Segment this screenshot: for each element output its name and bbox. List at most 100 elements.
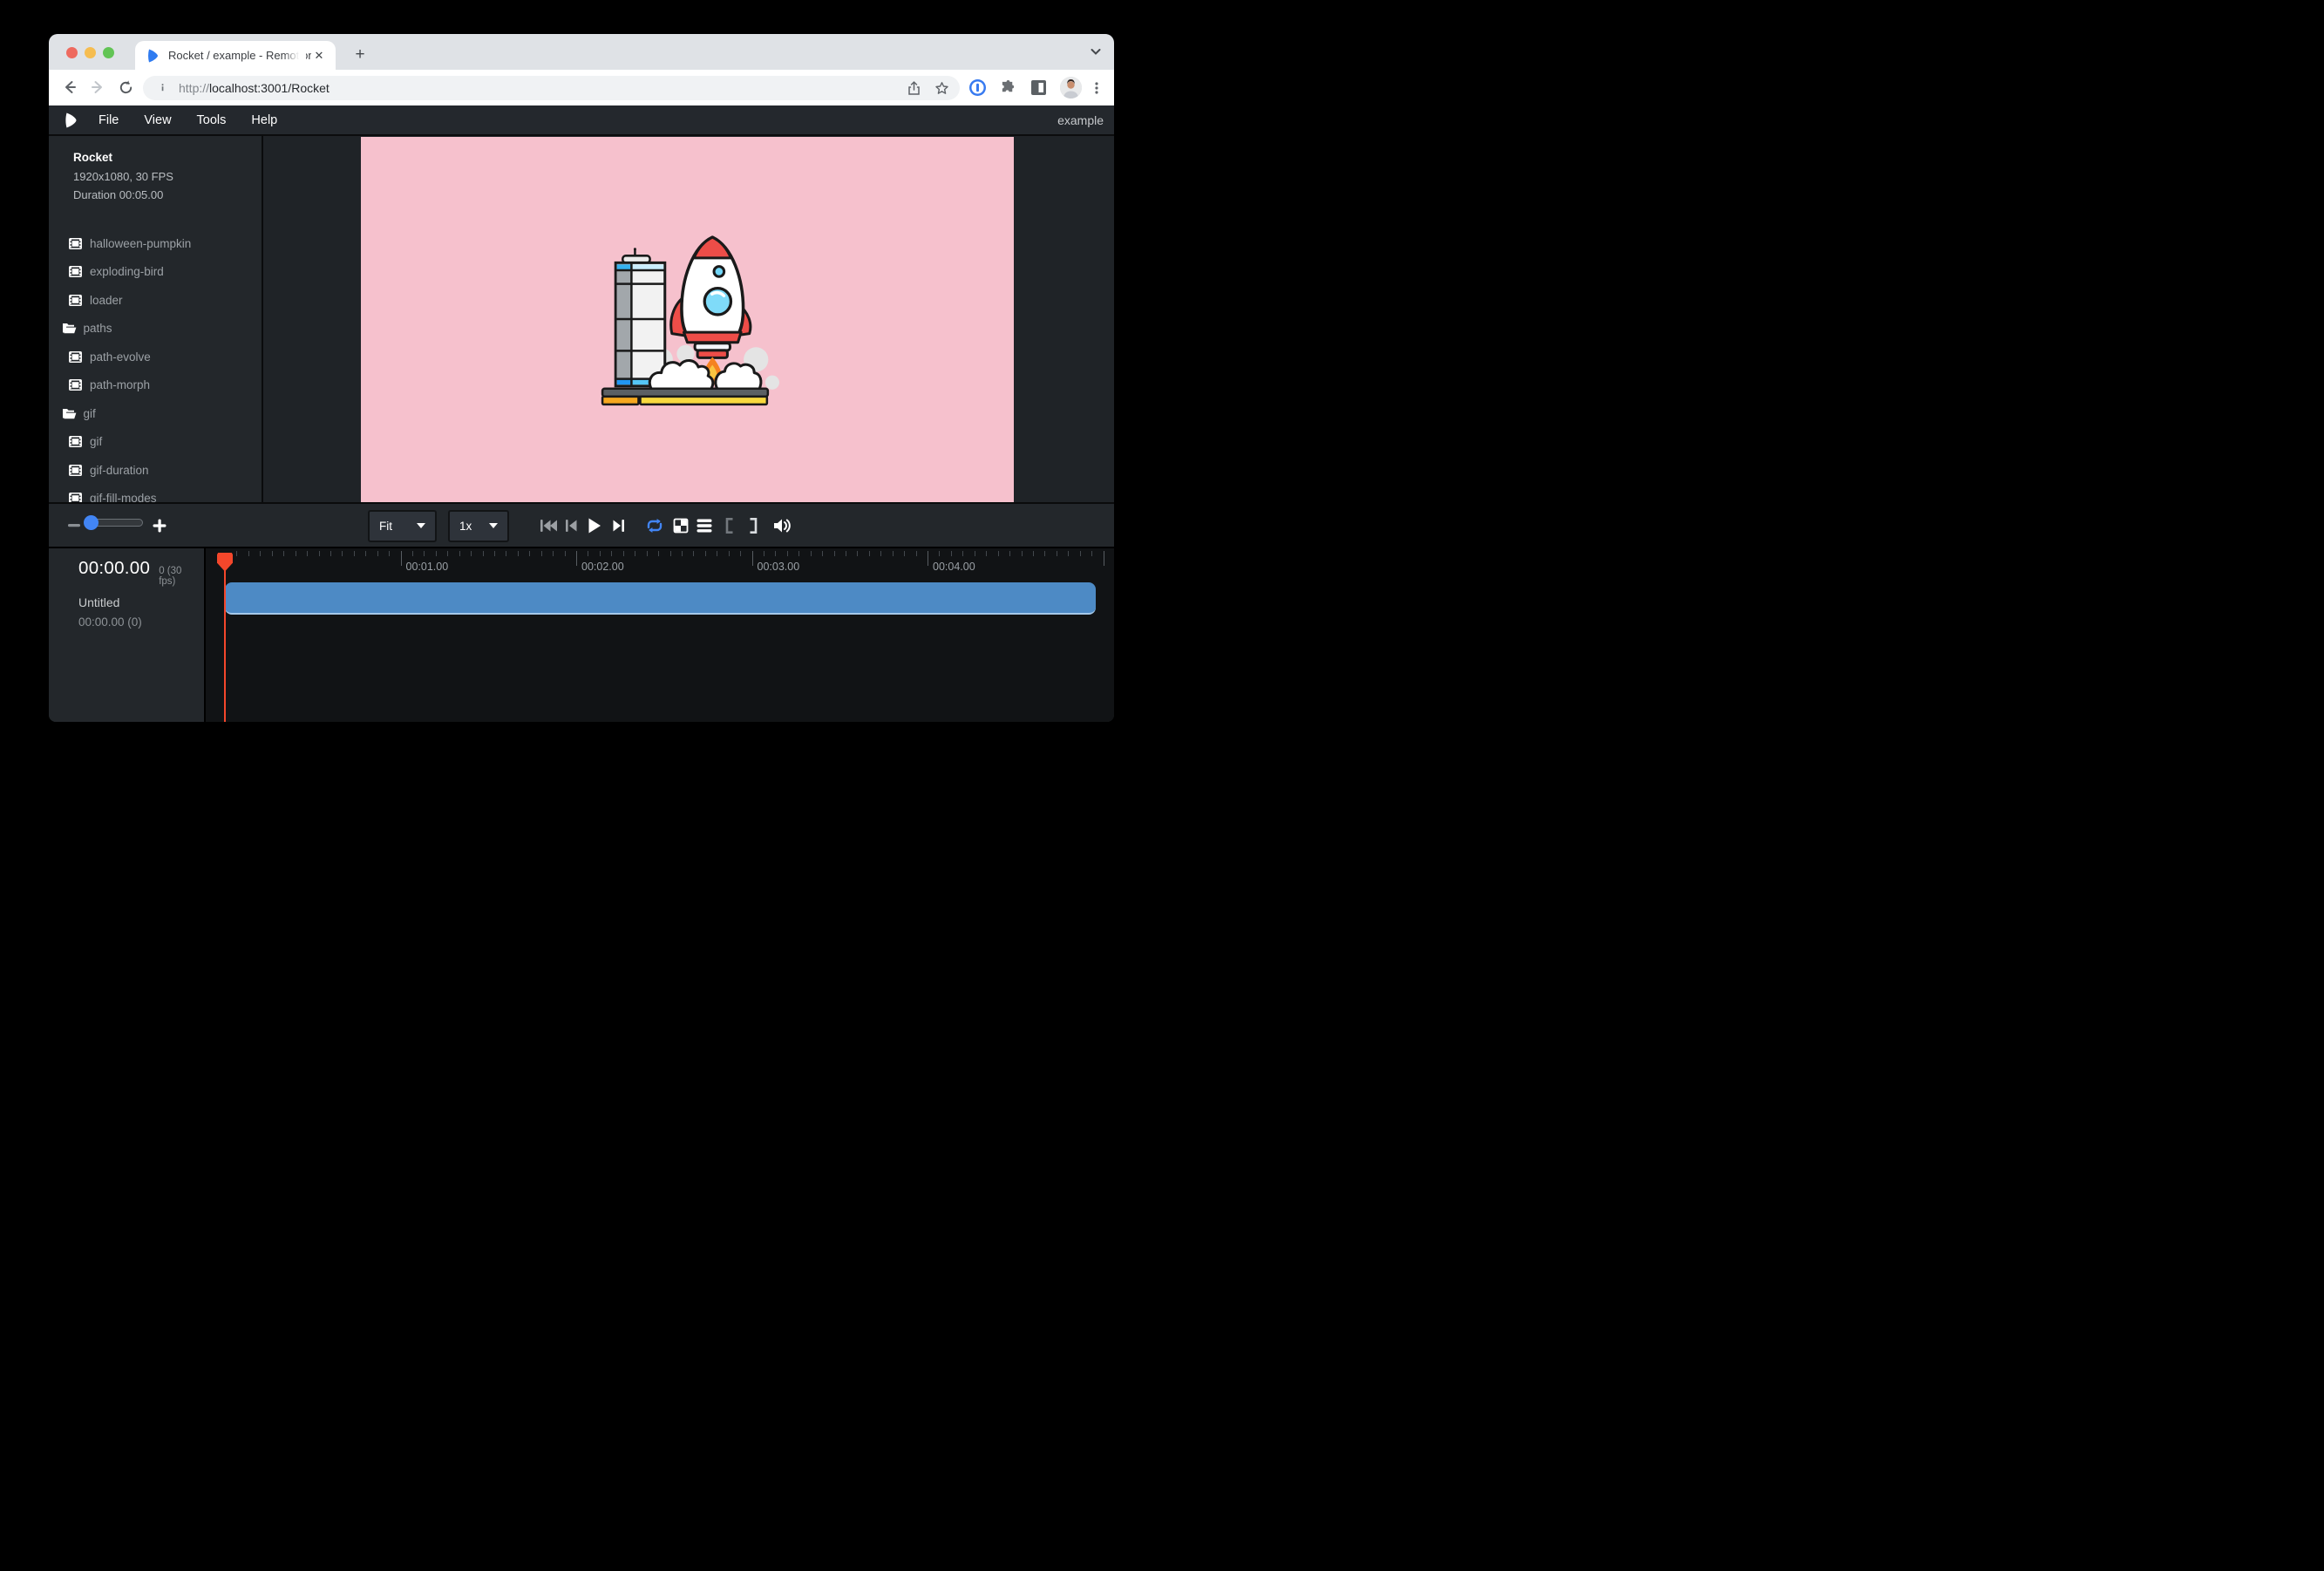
ruler-minor-tick <box>951 551 952 556</box>
ruler-time-label: 00:02.00 <box>581 561 624 573</box>
macos-close-button[interactable] <box>66 47 78 58</box>
skip-to-start-button[interactable] <box>540 519 557 533</box>
previous-frame-button[interactable] <box>565 519 577 533</box>
extensions-puzzle-icon[interactable] <box>999 78 1017 97</box>
composition-item-path-evolve[interactable]: path-evolve <box>49 343 262 371</box>
timeline-panel: 00:00.00 0 (30 fps) Untitled 00:00.00 (0… <box>49 547 1114 723</box>
ruler-minor-tick <box>1022 551 1023 556</box>
ruler-minor-tick <box>811 551 812 556</box>
film-strip-icon <box>69 464 83 476</box>
film-strip-icon <box>69 350 83 363</box>
ruler-minor-tick <box>834 551 835 556</box>
menu-item-file[interactable]: File <box>92 113 125 127</box>
ruler-minor-tick <box>705 551 706 556</box>
composition-label: halloween-pumpkin <box>90 237 191 250</box>
zoom-slider[interactable] <box>85 519 143 527</box>
composition-duration: Duration 00:05.00 <box>73 188 249 201</box>
ruler-second-tick <box>576 551 577 566</box>
track-time: 00:00.00 (0) <box>78 615 197 629</box>
ruler-minor-tick <box>670 551 671 556</box>
macos-minimize-button[interactable] <box>85 47 96 58</box>
composition-item-gif-duration[interactable]: gif-duration <box>49 456 262 485</box>
bookmark-star-icon[interactable] <box>934 81 949 96</box>
composition-list: halloween-pumpkin exploding-bird loader pat… <box>49 222 262 502</box>
ruler-minor-tick <box>494 551 495 556</box>
next-frame-button[interactable] <box>613 519 625 533</box>
remotion-logo-icon[interactable] <box>64 112 78 129</box>
video-canvas[interactable] <box>361 137 1014 502</box>
ruler-minor-tick <box>611 551 612 556</box>
zoom-slider-thumb[interactable] <box>84 515 99 530</box>
folder-item-gif[interactable]: gif <box>49 399 262 428</box>
out-point-bracket-button[interactable] <box>750 518 758 534</box>
menu-item-view[interactable]: View <box>138 113 177 127</box>
tab-close-icon[interactable]: ✕ <box>311 48 327 64</box>
folder-item-paths[interactable]: paths <box>49 315 262 343</box>
site-info-icon[interactable] <box>155 80 170 95</box>
ruler-minor-tick <box>377 551 378 556</box>
remotion-favicon-icon <box>146 48 160 64</box>
ruler-minor-tick <box>600 551 601 556</box>
profile-avatar[interactable] <box>1060 77 1082 99</box>
track-name: Untitled <box>78 595 197 609</box>
url-bar[interactable]: http://localhost:3001/Rocket <box>143 76 960 100</box>
playback-speed-dropdown[interactable]: 1x <box>448 510 509 542</box>
browser-tab[interactable]: Rocket / example - Remotion P ✕ <box>135 41 336 70</box>
playback-speed-value: 1x <box>459 520 472 533</box>
composition-item-loader[interactable]: loader <box>49 286 262 315</box>
canvas-size-value: Fit <box>379 520 392 533</box>
composition-label: loader <box>90 294 123 307</box>
current-frame: 0 (30 fps) <box>159 566 197 587</box>
composition-item-exploding-bird[interactable]: exploding-bird <box>49 258 262 287</box>
ruler-minor-tick <box>447 551 448 556</box>
ruler-minor-tick <box>775 551 776 556</box>
back-button[interactable] <box>59 77 80 98</box>
playhead-marker[interactable] <box>217 553 233 572</box>
browser-menu-dots-icon[interactable] <box>1087 78 1105 97</box>
ruler-minor-tick <box>740 551 741 556</box>
ruler-minor-tick <box>541 551 542 556</box>
timeline-sequence-bar[interactable] <box>225 582 1096 615</box>
ruler-minor-tick <box>869 551 870 556</box>
composition-item-gif[interactable]: gif <box>49 428 262 457</box>
new-tab-button[interactable]: + <box>349 44 371 66</box>
composition-item-gif-fill-modes[interactable]: gif-fill-modes <box>49 485 262 502</box>
browser-toolbar: http://localhost:3001/Rocket <box>49 70 1114 105</box>
composition-item-halloween-pumpkin[interactable]: halloween-pumpkin <box>49 229 262 258</box>
transparency-checkerboard-button[interactable] <box>674 518 689 533</box>
in-point-bracket-button[interactable] <box>726 518 734 534</box>
composition-item-path-morph[interactable]: path-morph <box>49 371 262 400</box>
timeline-track-area[interactable]: 00:01.0000:02.0000:03.0000:04.00 <box>206 548 1114 723</box>
macos-zoom-button[interactable] <box>103 47 114 58</box>
menu-item-help[interactable]: Help <box>245 113 283 127</box>
play-button[interactable] <box>588 518 601 534</box>
zoom-out-button[interactable] <box>68 524 80 527</box>
reload-button[interactable] <box>115 77 136 98</box>
ruler-minor-tick <box>248 551 249 556</box>
ruler-minor-tick <box>986 551 987 556</box>
timeline-rows-button[interactable] <box>697 519 712 532</box>
ruler-minor-tick <box>260 551 261 556</box>
ruler-minor-tick <box>459 551 460 556</box>
film-strip-icon <box>69 436 83 448</box>
composition-specs: 1920x1080, 30 FPS <box>73 170 249 183</box>
canvas-size-dropdown[interactable]: Fit <box>368 510 437 542</box>
menu-item-tools[interactable]: Tools <box>191 113 233 127</box>
menu-right-label: example <box>1057 113 1104 127</box>
ruler-minor-tick <box>857 551 858 556</box>
film-strip-icon <box>69 237 83 249</box>
ruler-minor-tick <box>693 551 694 556</box>
ruler-minor-tick <box>1009 551 1010 556</box>
compositions-sidebar: Rocket 1920x1080, 30 FPS Duration 00:05.… <box>49 136 263 502</box>
playhead-line <box>224 554 226 723</box>
forward-button[interactable] <box>87 77 108 98</box>
onepassword-extension-icon[interactable] <box>968 78 987 97</box>
side-panel-icon[interactable] <box>1029 78 1048 97</box>
loop-toggle-button[interactable] <box>645 518 664 534</box>
screen: Rocket / example - Remotion P ✕ + <box>0 0 1162 786</box>
volume-button[interactable] <box>773 518 791 534</box>
composition-label: paths <box>84 322 112 335</box>
share-icon[interactable] <box>907 81 921 96</box>
tab-search-chevron-icon[interactable] <box>1090 45 1102 62</box>
zoom-in-button[interactable] <box>153 519 166 532</box>
